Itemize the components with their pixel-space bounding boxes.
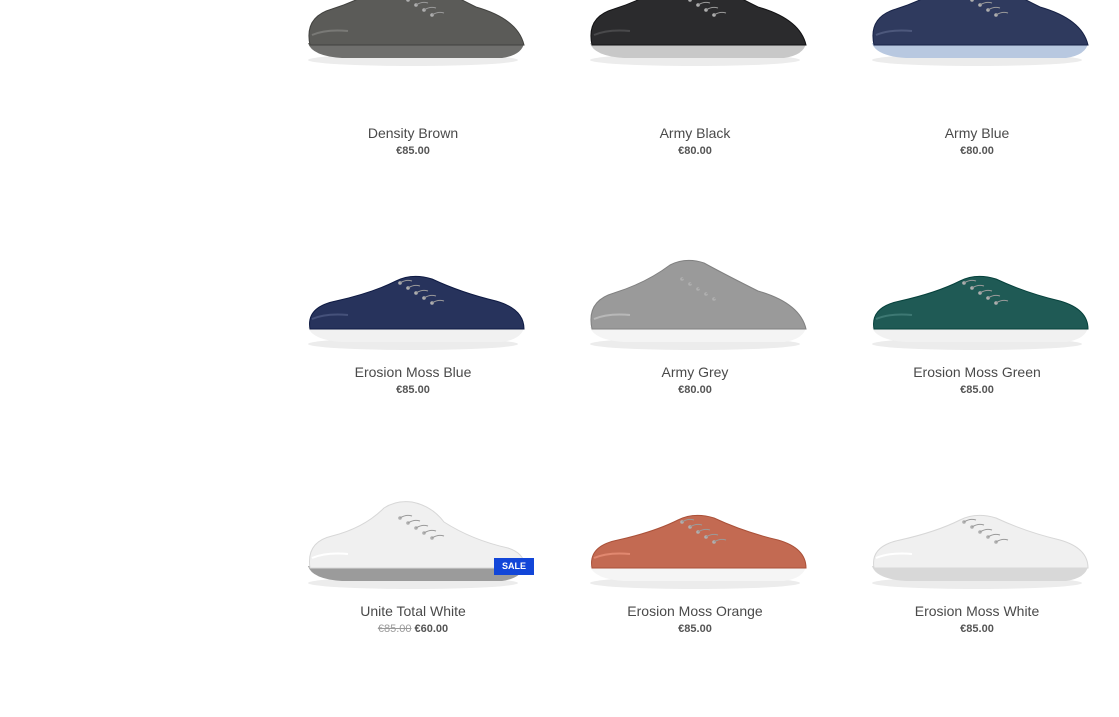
product-price: €85.00 [678,623,712,635]
shoe-image[interactable] [836,478,1118,598]
shoe-illustration [308,501,525,589]
product-price: €85.00 [960,384,994,396]
price-row: €80.00 [554,145,836,157]
sale-badge: SALE [494,558,534,575]
price-row: €85.00 [836,384,1118,396]
product-name[interactable]: Army Black [554,125,836,141]
product-price: €60.00 [414,623,449,635]
shoe-illustration [872,514,1089,589]
product-price: €80.00 [678,145,712,157]
shoe-illustration [590,259,807,350]
product-card[interactable]: Army Blue €80.00 [836,0,1118,239]
shoe-image[interactable] [554,0,836,120]
price-row: €85.00 [554,623,836,635]
price-row: €85.00 [836,623,1118,635]
product-name[interactable]: Erosion Moss Green [836,364,1118,380]
shoe-image[interactable] [272,239,554,359]
product-price: €80.00 [678,384,712,396]
product-price: €85.00 [396,384,430,396]
shoe-image[interactable] [272,0,554,120]
product-price: €85.00 [396,145,430,157]
product-card[interactable]: SALE Unite Total White €85.00 €60.00 [272,478,554,717]
shoe-illustration [308,275,525,350]
product-card[interactable]: Erosion Moss Green €85.00 [836,239,1118,478]
product-name[interactable]: Erosion Moss Blue [272,364,554,380]
shoe-image[interactable] [554,478,836,598]
shoe-illustration [872,275,1089,350]
shoe-illustration [872,0,1089,66]
product-card[interactable]: Army Grey €80.00 [554,239,836,478]
shoe-illustration [590,0,807,66]
product-name[interactable]: Density Brown [272,125,554,141]
price-row: €85.00 [272,384,554,396]
shoe-image[interactable] [554,239,836,359]
product-card[interactable]: Erosion Moss White €85.00 [836,478,1118,717]
product-card[interactable]: Erosion Moss Blue €85.00 [272,239,554,478]
product-name[interactable]: Erosion Moss Orange [554,603,836,619]
product-name[interactable]: Army Grey [554,364,836,380]
shoe-image[interactable] [836,239,1118,359]
price-row: €80.00 [554,384,836,396]
shoe-image[interactable] [836,0,1118,120]
price-row: €85.00 [272,145,554,157]
product-price: €80.00 [960,145,994,157]
price-row: €85.00 €60.00 [272,623,554,635]
product-grid: Density Brown €85.00 Army Black €80.00 A… [272,0,1119,665]
shoe-illustration [590,514,807,589]
product-price: €85.00 [960,623,994,635]
original-price: €85.00 [377,623,412,635]
product-card[interactable]: Erosion Moss Orange €85.00 [554,478,836,717]
product-name[interactable]: Army Blue [836,125,1118,141]
shoe-illustration [308,0,525,66]
shoe-image[interactable] [272,478,554,598]
product-card[interactable]: Density Brown €85.00 [272,0,554,239]
product-name[interactable]: Unite Total White [272,603,554,619]
product-card[interactable]: Army Black €80.00 [554,0,836,239]
price-row: €80.00 [836,145,1118,157]
product-name[interactable]: Erosion Moss White [836,603,1118,619]
